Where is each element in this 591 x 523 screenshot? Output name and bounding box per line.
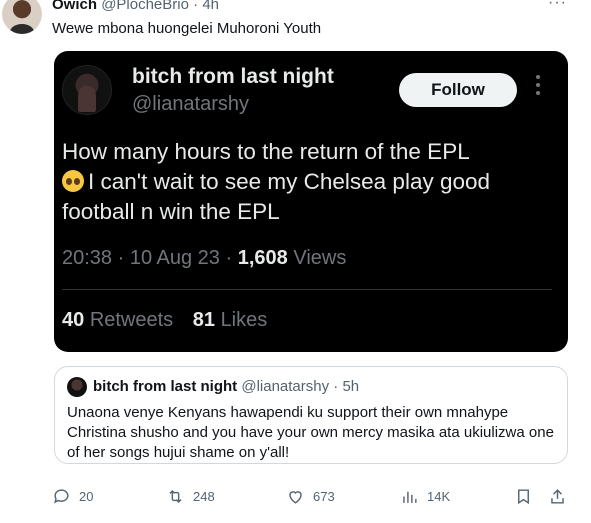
separator-dot: · <box>193 0 199 13</box>
share-button[interactable] <box>548 484 567 508</box>
bookmark-button[interactable] <box>514 484 533 508</box>
reply-count: 20 <box>79 488 94 504</box>
quoted-text: Unaona venye Kenyans hawapendi ku suppor… <box>67 404 554 461</box>
embedded-timestamp: 20:38 · 10 Aug 23 · 1,608 Views <box>62 247 347 269</box>
bookmark-icon <box>518 488 529 504</box>
embedded-avatar <box>62 65 112 115</box>
embedded-divider <box>62 289 552 290</box>
retweet-button[interactable]: 248 <box>166 484 215 508</box>
embedded-body-line2: I can't wait to see my Chelsea play good… <box>62 169 491 224</box>
heart-icon <box>289 490 302 504</box>
embedded-stats: 40 Retweets 81 Likes <box>62 309 268 331</box>
author-avatar[interactable] <box>2 0 42 34</box>
embedded-more-icon <box>536 75 542 95</box>
retweet-icon <box>169 489 182 503</box>
analytics-icon <box>403 491 417 503</box>
tweet-text: Wewe mbona huongelei Muhoroni Youth <box>52 20 322 37</box>
author-handle[interactable]: @PlocheBrio <box>101 0 189 13</box>
tweet-header: Owich @PlocheBrio · 4h <box>52 0 219 13</box>
quoted-header: bitch from last night @lianatarshy · 5h <box>93 378 360 395</box>
author-name[interactable]: Owich <box>52 0 97 13</box>
tweet-time[interactable]: 4h <box>202 0 219 13</box>
retweet-count: 248 <box>193 488 215 504</box>
like-count: 673 <box>313 488 335 504</box>
embedded-follow-button: Follow <box>399 73 517 107</box>
quoted-tweet[interactable]: bitch from last night @lianatarshy · 5h … <box>54 366 568 464</box>
embedded-body-line1: How many hours to the return of the EPL <box>62 139 470 164</box>
views-button[interactable]: 14K <box>400 484 450 508</box>
like-button[interactable]: 673 <box>286 484 335 508</box>
quoted-author-handle: @lianatarshy <box>241 378 330 395</box>
reply-button[interactable]: 20 <box>52 484 93 508</box>
embedded-author-name: bitch from last night <box>132 65 334 88</box>
more-options-icon[interactable]: ··· <box>548 0 567 12</box>
quoted-avatar <box>67 377 87 397</box>
embedded-author-handle: @lianatarshy <box>132 93 250 115</box>
views-count: 14K <box>427 488 451 504</box>
reply-icon <box>54 488 69 503</box>
pleading-face-icon <box>62 170 84 192</box>
embedded-tweet-body: How many hours to the return of the EPL … <box>62 137 562 227</box>
share-icon <box>551 488 564 504</box>
quoted-author-name: bitch from last night <box>93 378 238 395</box>
action-bar: 20 248 673 14K <box>52 484 572 508</box>
embedded-screenshot[interactable]: bitch from last night @lianatarshy Follo… <box>54 51 568 352</box>
quoted-time: 5h <box>342 378 360 395</box>
